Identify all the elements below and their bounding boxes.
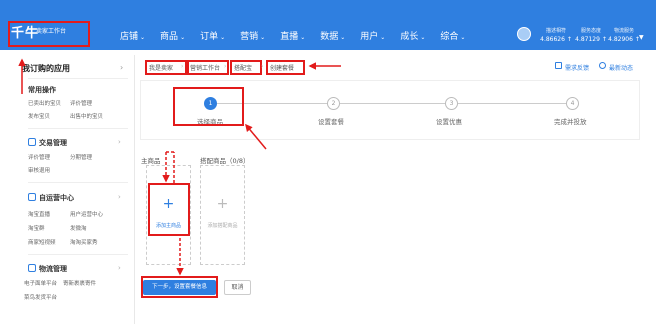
news-link[interactable]: 最新动态: [609, 63, 633, 72]
sidebar-link-installment[interactable]: 分期管理: [70, 153, 92, 161]
sidebar-divider: [28, 182, 128, 183]
sidebar-link-live[interactable]: 淘宝直播: [28, 210, 50, 218]
chevron-right-icon: ›: [118, 193, 121, 201]
sidebar-link-waybill[interactable]: 电子面单平台: [24, 279, 57, 287]
annotation-card-box: [148, 183, 190, 236]
sidebar-link-parcel[interactable]: 寄新裹裹寄件: [63, 279, 96, 287]
main-nav: 店铺 ⌄ 商品 ⌄ 订单 ⌄ 营销 ⌄ 直播 ⌄ 数据 ⌄ 用户 ⌄ 成长 ⌄ 综合 ⌄: [120, 29, 465, 42]
sidebar-link-publish[interactable]: 发布宝贝: [28, 112, 50, 120]
stat-logistics: 物流服务 4.82906 ↑: [608, 28, 640, 43]
breadcrumb-marketing[interactable]: 营销工作台: [190, 63, 220, 72]
feedback-icon[interactable]: [555, 62, 562, 69]
step-3-indicator: 3: [445, 97, 458, 110]
breadcrumb-create-package: 创建套餐: [270, 65, 295, 72]
sidebar-link-refund[interactable]: 审核退用: [28, 166, 50, 174]
sidebar-section-trade[interactable]: 交易管理: [28, 138, 67, 148]
shop-avatar[interactable]: [517, 27, 531, 41]
chevron-down-icon: ⌄: [380, 34, 386, 41]
sidebar-link-buyer-show[interactable]: 淘淘买家秀: [70, 238, 98, 246]
step-3-label: 设置优惠: [436, 118, 462, 126]
breadcrumb-separator: ›: [224, 63, 227, 70]
breadcrumb-dapeibao[interactable]: 搭配宝: [234, 63, 252, 72]
step-2-indicator: 2: [327, 97, 340, 110]
stat-description: 描述相符 4.86626 ↑: [540, 28, 572, 43]
nav-item-shop[interactable]: 店铺 ⌄: [120, 29, 145, 42]
step-connector: [340, 103, 445, 104]
chevron-right-icon: ›: [120, 63, 124, 72]
step-4-label: 完成并投放: [554, 118, 587, 126]
sidebar-link-review-mgmt[interactable]: 评价管理: [28, 153, 50, 161]
sidebar-divider: [28, 128, 128, 129]
nav-item-data[interactable]: 数据 ⌄: [320, 29, 345, 42]
chevron-right-icon: ›: [118, 264, 121, 272]
match-product-label: 搭配商品（0/8）: [200, 157, 250, 165]
annotation-step-box: [173, 87, 244, 126]
sidebar-link-user-ops[interactable]: 用户运营中心: [70, 210, 103, 218]
nav-item-general[interactable]: 综合 ⌄: [440, 29, 465, 42]
chevron-down-icon: ⌄: [180, 34, 186, 41]
chevron-right-icon: ›: [118, 138, 121, 146]
step-2-label: 设置套餐: [318, 118, 344, 126]
chevron-down-icon: ⌄: [220, 34, 226, 41]
help-icon[interactable]: [599, 62, 606, 69]
nav-item-live[interactable]: 直播 ⌄: [280, 29, 305, 42]
main-product-label: 主商品: [141, 157, 161, 165]
nav-item-orders[interactable]: 订单 ⌄: [200, 29, 225, 42]
chevron-down-icon: ⌄: [260, 34, 266, 41]
sidebar-link-on-sale[interactable]: 出售中的宝贝: [70, 112, 103, 120]
chevron-down-icon: ⌄: [300, 34, 306, 41]
nav-item-growth[interactable]: 成长 ⌄: [400, 29, 425, 42]
sidebar-section-self-operation[interactable]: 自运营中心: [28, 193, 74, 203]
step-connector: [458, 103, 566, 104]
chevron-down-icon: ⌄: [340, 34, 346, 41]
sidebar-section-common: 常用操作: [28, 86, 56, 94]
sidebar-link-cainiao[interactable]: 菜鸟发货平台: [24, 293, 57, 301]
chevron-down-icon: ⌄: [460, 34, 466, 41]
nav-item-users[interactable]: 用户 ⌄: [360, 29, 385, 42]
breadcrumb-separator: ›: [181, 63, 184, 70]
add-match-product-label: 添加搭配商品: [207, 223, 238, 229]
cancel-button[interactable]: 取消: [224, 280, 251, 295]
next-step-button[interactable]: 下一步，设置套餐信息: [143, 280, 216, 295]
chevron-down-icon: ⌄: [420, 34, 426, 41]
sidebar-link-sold[interactable]: 已卖出的宝贝: [28, 99, 61, 107]
add-match-product-card[interactable]: + 添加搭配商品: [200, 165, 245, 265]
sidebar-section-logistics[interactable]: 物流管理: [28, 264, 67, 274]
sidebar-link-short-video[interactable]: 商家短视频: [28, 238, 56, 246]
stat-service: 服务态度 4.87129 ↑: [575, 28, 607, 43]
breadcrumb-separator: ›: [261, 63, 264, 70]
annotation-logo-box: [8, 21, 90, 47]
sidebar-link-review[interactable]: 评价管理: [70, 99, 92, 107]
sidebar-divider: [28, 78, 128, 79]
self-operation-icon: [28, 193, 36, 201]
step-4-indicator: 4: [566, 97, 579, 110]
logistics-icon: [28, 264, 36, 272]
nav-item-marketing[interactable]: 营销 ⌄: [240, 29, 265, 42]
stats-dropdown-icon[interactable]: ▼: [639, 34, 644, 41]
sidebar-title[interactable]: 我订购的应用: [22, 63, 70, 74]
plus-icon: +: [216, 196, 229, 212]
trade-icon: [28, 138, 36, 146]
sidebar-divider: [28, 254, 128, 255]
sidebar-link-weitao[interactable]: 发微淘: [70, 224, 87, 232]
feedback-link[interactable]: 需求反馈: [565, 63, 589, 72]
breadcrumb-seller[interactable]: 我是卖家: [149, 63, 173, 72]
nav-item-goods[interactable]: 商品 ⌄: [160, 29, 185, 42]
chevron-down-icon: ⌄: [140, 34, 146, 41]
sidebar-link-group[interactable]: 淘宝群: [28, 224, 45, 232]
